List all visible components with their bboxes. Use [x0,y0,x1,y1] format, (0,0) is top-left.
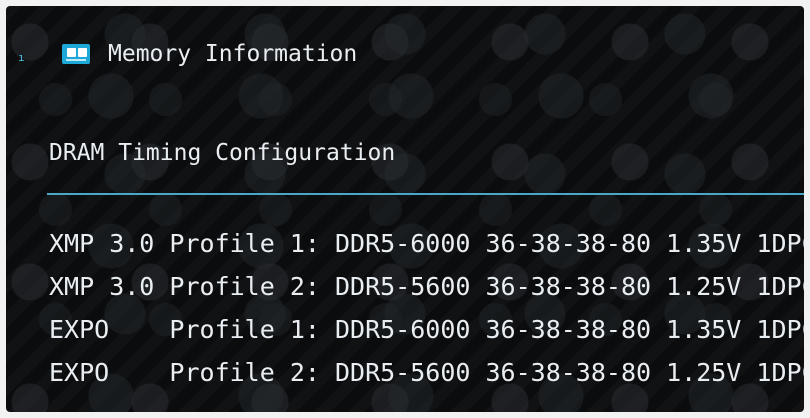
scroll-marker: ı [18,51,25,64]
profile-row-expo-1: EXPO Profile 1: DDR5-6000 36-38-38-80 1.… [49,315,804,344]
memory-profile-list: XMP 3.0 Profile 1: DDR5-6000 36-38-38-80… [49,226,804,398]
memory-chip-right [78,48,87,57]
profile-row-xmp-2: XMP 3.0 Profile 2: DDR5-5600 36-38-38-80… [49,272,804,301]
page-title: Memory Information [108,41,358,67]
memory-chip-left [67,48,76,57]
bios-screen: ı Memory Information DRAM Timing Configu… [6,6,804,412]
memory-module-contacts [66,59,86,61]
profile-row-expo-2: EXPO Profile 2: DDR5-5600 36-38-38-80 1.… [49,358,804,387]
section-title: DRAM Timing Configuration [49,140,396,166]
section-divider [47,193,804,195]
memory-module-icon [62,44,90,64]
profile-row-xmp-1: XMP 3.0 Profile 1: DDR5-6000 36-38-38-80… [49,229,804,258]
